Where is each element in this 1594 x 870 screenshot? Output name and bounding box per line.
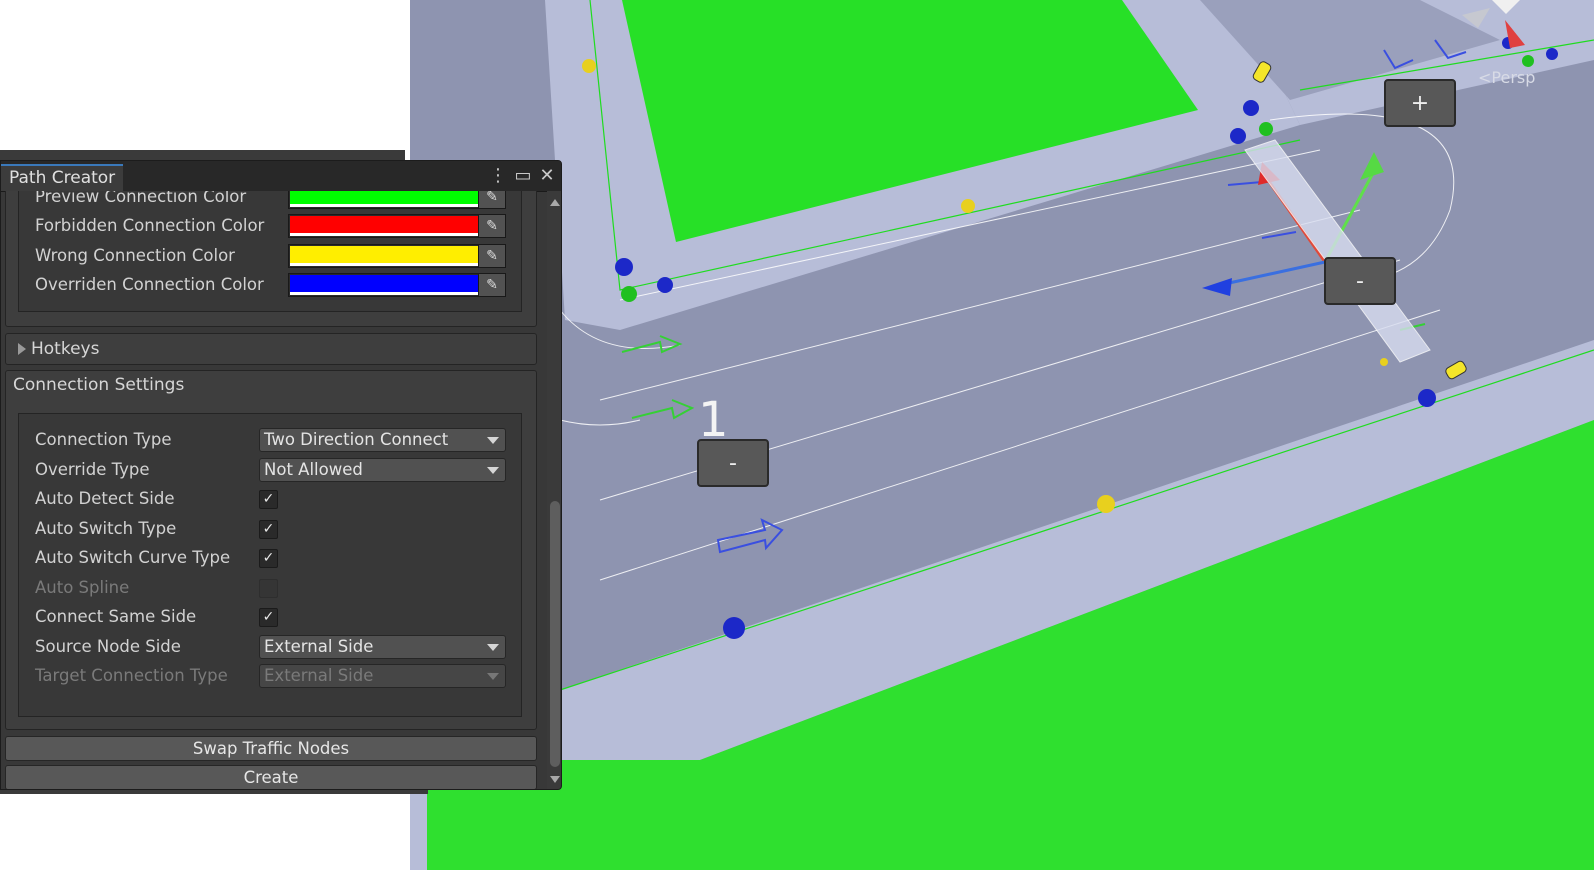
forbidden-color-fill [290,216,479,233]
remove-lane-button-left[interactable]: - [697,439,769,487]
remove-lane-button-right[interactable]: - [1324,257,1396,305]
scrollbar-thumb[interactable] [550,501,560,767]
connection-type-label: Connection Type [35,430,172,449]
foldout-arrow-icon[interactable] [18,343,26,355]
window-tab[interactable]: Path Creator [1,164,124,191]
preview-color-field[interactable]: ✎ [288,191,506,209]
auto-switch-curve-type-checkbox[interactable]: ✓ [259,549,278,568]
add-lane-button[interactable]: + [1384,79,1456,127]
preview-color-label: Preview Connection Color [35,191,247,206]
target-connection-type-dropdown: External Side [259,664,506,688]
scroll-down-icon[interactable] [550,776,560,783]
connect-same-side-label: Connect Same Side [35,607,197,626]
override-type-label: Override Type [35,460,150,479]
auto-detect-side-label: Auto Detect Side [35,489,175,508]
auto-detect-side-checkbox[interactable]: ✓ [259,490,278,509]
wrong-color-label: Wrong Connection Color [35,246,235,265]
wrong-color-fill [290,246,479,263]
perspective-label[interactable]: <Persp [1478,68,1535,87]
scroll-up-icon[interactable] [550,199,560,206]
swap-traffic-nodes-button[interactable]: Swap Traffic Nodes [5,736,537,761]
auto-switch-type-label: Auto Switch Type [35,519,177,538]
override-type-dropdown[interactable]: Not Allowed [259,458,506,482]
auto-switch-curve-type-label: Auto Switch Curve Type [35,548,231,567]
connection-settings-header: Connection Settings [13,375,185,395]
wrong-color-field[interactable]: ✎ [288,244,506,268]
hotkeys-foldout[interactable]: Hotkeys [5,333,537,365]
maximize-icon[interactable]: ▭ [514,165,532,187]
close-icon[interactable]: ✕ [538,165,556,187]
eyedropper-icon[interactable]: ✎ [478,245,505,267]
connection-type-dropdown[interactable]: Two Direction Connect [259,428,506,452]
forbidden-color-label: Forbidden Connection Color [35,216,265,235]
overriden-color-fill [290,275,479,292]
overriden-color-label: Overriden Connection Color [35,275,264,294]
chevron-down-icon [487,467,499,474]
vertical-scrollbar[interactable] [547,191,561,789]
eyedropper-icon[interactable]: ✎ [478,215,505,237]
chevron-down-icon [487,437,499,444]
overriden-color-field[interactable]: ✎ [288,273,506,297]
preview-color-fill [290,191,479,204]
auto-spline-checkbox [259,579,278,598]
background-window-strip-bottom [0,790,428,794]
eyedropper-icon[interactable]: ✎ [478,274,505,296]
chevron-down-icon [487,644,499,651]
path-creator-window: Path Creator ⋮ ▭ ✕ Preview Connection Co… [0,160,562,790]
connect-same-side-checkbox[interactable]: ✓ [259,608,278,627]
eyedropper-icon[interactable]: ✎ [478,191,505,208]
create-button[interactable]: Create [5,765,537,789]
hotkeys-label[interactable]: Hotkeys [31,335,99,363]
chevron-down-icon [487,673,499,680]
kebab-menu-icon[interactable]: ⋮ [489,165,507,187]
target-connection-type-label: Target Connection Type [35,666,228,685]
source-node-side-dropdown[interactable]: External Side [259,635,506,659]
window-content[interactable]: Preview Connection Color ✎ Forbidden Con… [1,191,547,789]
window-titlebar: Path Creator ⋮ ▭ ✕ [1,161,561,192]
auto-switch-type-checkbox[interactable]: ✓ [259,520,278,539]
auto-spline-label: Auto Spline [35,578,130,597]
source-node-side-label: Source Node Side [35,637,181,656]
forbidden-color-field[interactable]: ✎ [288,214,506,238]
